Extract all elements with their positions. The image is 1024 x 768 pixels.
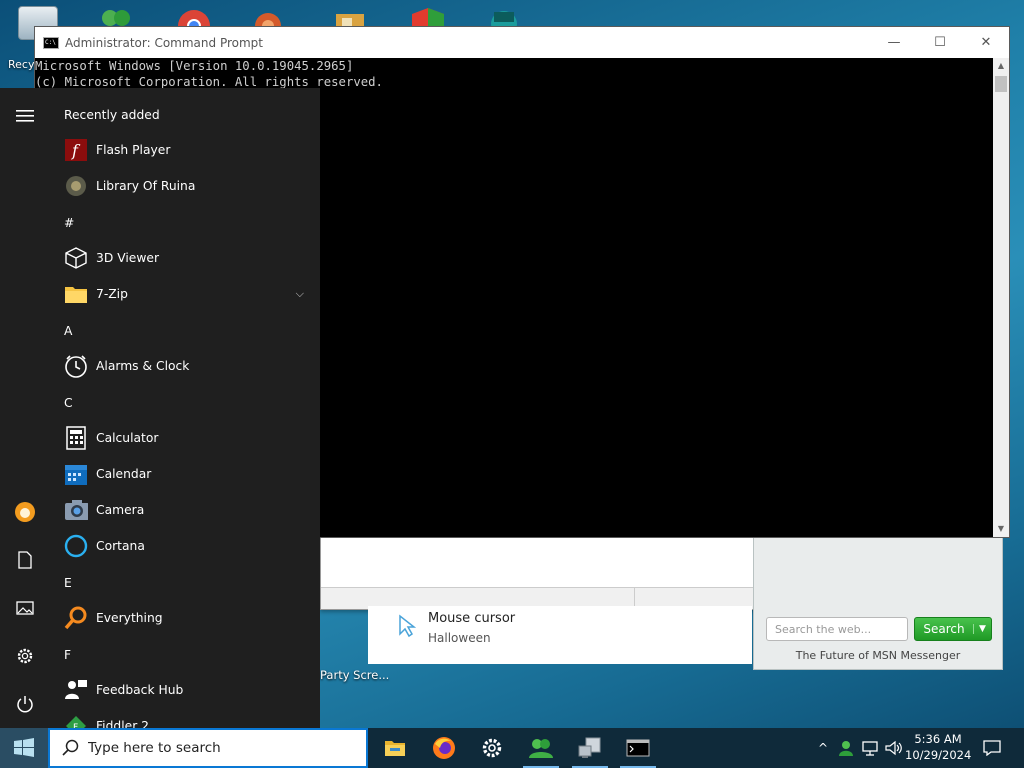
folder-icon: [64, 282, 88, 306]
app-label: Library Of Ruina: [96, 179, 196, 193]
app-fiddler[interactable]: F Fiddler 2: [50, 708, 312, 728]
cursor-item-title[interactable]: Mouse cursor: [428, 611, 515, 626]
scroll-thumb[interactable]: [995, 76, 1007, 92]
app-3d-viewer[interactable]: 3D Viewer: [50, 240, 312, 276]
show-hidden-icons-chevron-icon[interactable]: ^: [814, 728, 832, 768]
camera-icon: [64, 498, 88, 522]
app-calendar[interactable]: Calendar: [50, 456, 312, 492]
msn-search-button-label: Search: [923, 622, 965, 636]
taskbar-clock[interactable]: 5:36 AM 10/29/2024: [905, 731, 971, 763]
file-explorer-icon[interactable]: [371, 728, 419, 768]
flash-player-icon: f: [64, 138, 88, 162]
app-label: Calculator: [96, 431, 159, 445]
3d-viewer-icon: [64, 246, 88, 270]
app-label: Calendar: [96, 467, 152, 481]
msn-search-button[interactable]: Search ▼: [914, 617, 992, 641]
search-magnifier-icon: [64, 606, 88, 630]
messenger-icon[interactable]: [517, 728, 565, 768]
documents-icon[interactable]: [0, 540, 50, 580]
start-button[interactable]: [0, 728, 48, 768]
command-prompt-icon[interactable]: [614, 728, 662, 768]
taskbar-search[interactable]: [48, 728, 368, 768]
close-button[interactable]: ✕: [963, 27, 1009, 58]
personalization-window[interactable]: [368, 606, 752, 664]
cortana-icon: [64, 534, 88, 558]
app-label: Fiddler 2: [96, 719, 149, 728]
volume-icon[interactable]: [884, 728, 904, 768]
app-label: Everything: [96, 611, 163, 625]
app-cortana[interactable]: Cortana: [50, 528, 312, 564]
app-7-zip[interactable]: 7-Zip ⌵: [50, 276, 312, 312]
feedback-hub-icon: [64, 678, 88, 702]
recently-added-header: Recently added: [64, 108, 160, 122]
app-library-of-ruina[interactable]: Library Of Ruina: [50, 168, 312, 204]
taskbar: ^ 5:36 AM 10/29/2024: [0, 728, 1024, 768]
fiddler-icon: F: [64, 714, 88, 728]
app-label: Feedback Hub: [96, 683, 184, 697]
notification-center-icon[interactable]: [978, 728, 1006, 768]
hamburger-menu-icon[interactable]: [0, 96, 50, 136]
cursor-item-subtitle: Halloween: [428, 631, 491, 645]
section-header[interactable]: A: [64, 324, 72, 338]
power-icon[interactable]: [0, 684, 50, 724]
msn-search-input[interactable]: Search the web...: [766, 617, 908, 641]
party-screensaver-label[interactable]: Party Scre...: [320, 668, 389, 682]
clock-icon: [64, 354, 88, 378]
app-flash-player[interactable]: f Flash Player: [50, 132, 312, 168]
clock-date: 10/29/2024: [905, 748, 972, 762]
app-camera[interactable]: Camera: [50, 492, 312, 528]
search-input[interactable]: [88, 740, 348, 756]
section-header[interactable]: E: [64, 576, 72, 590]
title-bar[interactable]: C:\ Administrator: Command Prompt — ☐ ✕: [35, 27, 1009, 58]
chevron-down-icon[interactable]: ⌵: [296, 287, 304, 301]
network-computer-icon[interactable]: [566, 728, 614, 768]
app-label: Camera: [96, 503, 145, 517]
network-icon[interactable]: [860, 728, 882, 768]
library-of-ruina-icon: [64, 174, 88, 198]
app-everything[interactable]: Everything: [50, 600, 312, 636]
chevron-down-icon[interactable]: ▼: [973, 624, 991, 634]
console-line: Microsoft Windows [Version 10.0.19045.29…: [35, 59, 354, 73]
calendar-icon: [64, 462, 88, 486]
clock-time: 5:36 AM: [914, 732, 962, 746]
start-menu: Recently added f Flash Player Library Of…: [0, 88, 320, 728]
settings-icon[interactable]: [468, 728, 516, 768]
mouse-cursor-icon: [399, 614, 416, 638]
section-header[interactable]: #: [64, 216, 74, 230]
firefox-icon[interactable]: [420, 728, 468, 768]
search-icon: [62, 739, 79, 756]
window-title: Administrator: Command Prompt: [65, 35, 263, 50]
scroll-up-icon[interactable]: ▲: [993, 58, 1009, 74]
app-label: 3D Viewer: [96, 251, 160, 265]
minimize-button[interactable]: —: [871, 27, 917, 58]
app-label: Flash Player: [96, 143, 171, 157]
msn-window: Search the web... Search ▼ The Future of…: [753, 536, 1003, 670]
app-label: Alarms & Clock: [96, 359, 190, 373]
msn-footer: The Future of MSN Messenger: [795, 649, 961, 662]
scroll-down-icon[interactable]: ▼: [993, 521, 1009, 537]
app-label: Cortana: [96, 539, 145, 553]
calculator-icon: [64, 426, 88, 450]
section-header[interactable]: C: [64, 396, 73, 410]
settings-gear-icon[interactable]: [0, 636, 50, 676]
app-feedback-hub[interactable]: Feedback Hub: [50, 672, 312, 708]
section-header[interactable]: F: [64, 648, 71, 662]
app-list[interactable]: Recently added f Flash Player Library Of…: [50, 88, 320, 728]
recycle-bin-label: Recy: [8, 58, 35, 71]
app-calculator[interactable]: Calculator: [50, 420, 312, 456]
app-label: 7-Zip: [96, 287, 128, 301]
pictures-icon[interactable]: [0, 588, 50, 628]
windows-logo-icon: [14, 738, 34, 757]
user-tray-icon[interactable]: [836, 728, 856, 768]
maximize-button[interactable]: ☐: [917, 27, 963, 58]
vertical-scrollbar[interactable]: ▲ ▼: [993, 58, 1009, 537]
cmd-icon: C:\: [43, 36, 59, 49]
app-alarms-clock[interactable]: Alarms & Clock: [50, 348, 312, 384]
user-avatar-icon[interactable]: [0, 492, 50, 532]
start-rail: [0, 88, 50, 728]
